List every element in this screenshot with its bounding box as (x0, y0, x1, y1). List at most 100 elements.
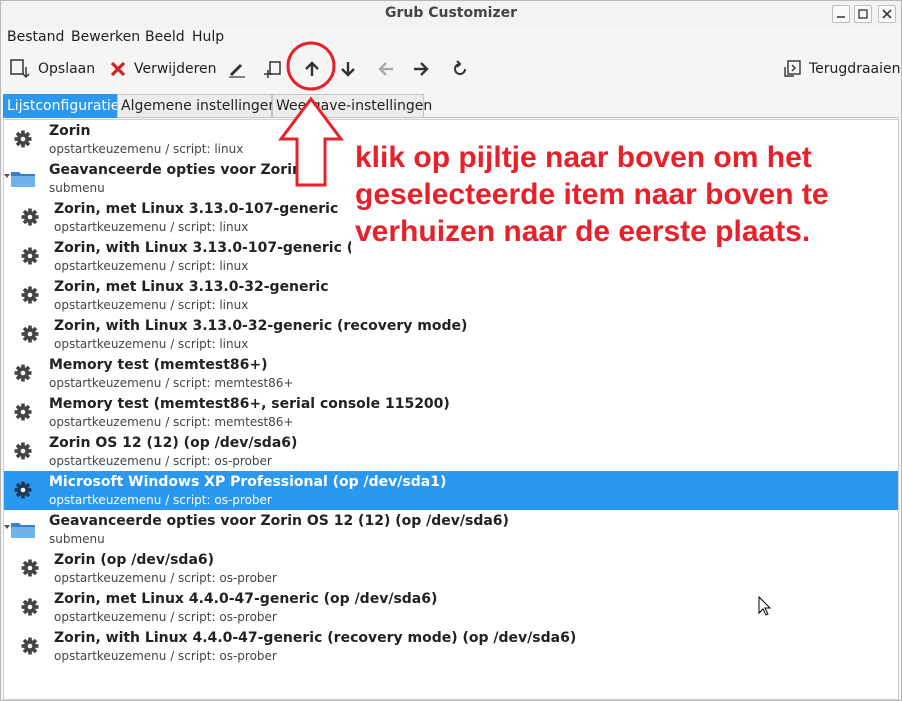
entry-icon (20, 207, 40, 227)
gear-icon (14, 364, 32, 382)
entry-subtitle: opstartkeuzemenu / script: linux (49, 142, 244, 156)
close-icon (882, 9, 892, 19)
save-icon (10, 59, 30, 79)
gear-icon (14, 442, 32, 460)
refresh-icon (454, 60, 466, 75)
menu-view[interactable]: Beeld (145, 29, 185, 45)
arrow-right-icon (414, 62, 429, 76)
close-button[interactable] (878, 5, 896, 23)
entry-icon (10, 169, 36, 189)
entry-subtitle: opstartkeuzemenu / script: os-prober (54, 649, 277, 663)
entry-icon (20, 324, 40, 344)
arrow-up-icon (305, 61, 319, 76)
entry-title: Geavanceerde opties voor Zorin OS 12 (12… (49, 513, 509, 529)
entry-title: Zorin, met Linux 4.4.0-47-generic (op /d… (54, 591, 438, 607)
revert-button[interactable]: Terugdraaien (782, 57, 900, 81)
gear-icon (21, 559, 39, 577)
entry-title: Zorin, with Linux 3.13.0-32-generic (rec… (54, 318, 468, 334)
revert-label: Terugdraaien (809, 61, 901, 77)
entry-title: Memory test (memtest86+) (49, 357, 268, 373)
boot-entry-row[interactable]: Memory test (memtest86+, serial console … (4, 393, 898, 432)
pencil-icon (229, 63, 245, 78)
refresh-button[interactable] (450, 57, 470, 81)
boot-entry-row[interactable]: Zorin (op /dev/sda6) opstartkeuzemenu / s… (4, 549, 898, 588)
entry-subtitle: opstartkeuzemenu / script: os-prober (54, 571, 277, 585)
arrow-down-icon (341, 62, 355, 77)
minimize-icon (837, 16, 845, 18)
entry-subtitle: opstartkeuzemenu / script: memtest86+ (49, 376, 294, 390)
gear-icon (14, 481, 32, 499)
entry-title: Zorin (49, 123, 91, 139)
move-down-button[interactable] (338, 57, 358, 81)
tab-bar: Lijstconfiguratie Algemene instellingen … (3, 94, 899, 118)
delete-icon (110, 61, 126, 77)
tab-appearance-settings[interactable]: Weergave-instellingen (272, 94, 432, 118)
title-bar: Grub Customizer (1, 1, 901, 27)
delete-button[interactable]: Verwijderen (109, 57, 217, 81)
entry-icon (13, 363, 33, 383)
move-up-button[interactable] (302, 57, 322, 81)
submenu-row[interactable]: Geavanceerde opties voor Zorin OS 12 (12… (4, 510, 898, 549)
rename-button[interactable] (227, 57, 247, 81)
entry-icon (20, 636, 40, 656)
arrow-left-icon (378, 62, 393, 76)
entry-icon (20, 597, 40, 617)
annotation-callout: klik op pijltje naar boven om het gesele… (351, 137, 851, 295)
entry-subtitle: opstartkeuzemenu / script: os-prober (49, 454, 272, 468)
menu-bar: Bestand Bewerken Beeld Hulp (1, 27, 901, 49)
add-entry-button[interactable] (263, 57, 283, 81)
boot-entry-row[interactable]: Microsoft Windows XP Professional (op /d… (4, 471, 898, 510)
entry-icon (20, 558, 40, 578)
entry-subtitle: opstartkeuzemenu / script: linux (54, 220, 249, 234)
entry-subtitle: opstartkeuzemenu / script: os-prober (49, 493, 272, 507)
boot-entry-row[interactable]: Zorin, with Linux 3.13.0-32-generic (rec… (4, 315, 898, 354)
window-title: Grub Customizer (384, 5, 518, 21)
entry-title: Memory test (memtest86+, serial console … (49, 396, 450, 412)
entry-subtitle: opstartkeuzemenu / script: linux (54, 259, 249, 273)
menu-file[interactable]: Bestand (7, 29, 64, 45)
boot-entry-row[interactable]: Zorin, with Linux 4.4.0-47-generic (reco… (4, 627, 898, 666)
tab-list-config[interactable]: Lijstconfiguratie (3, 94, 119, 118)
gear-icon (21, 325, 39, 343)
move-right-button[interactable] (411, 57, 431, 81)
entry-title: Zorin, with Linux 4.4.0-47-generic (reco… (54, 630, 577, 646)
gear-icon (21, 598, 39, 616)
menu-edit[interactable]: Bewerken (71, 29, 140, 45)
tab-general-settings[interactable]: Algemene instellingen (117, 94, 277, 118)
move-left-button[interactable] (376, 57, 396, 81)
entry-subtitle: opstartkeuzemenu / script: linux (54, 298, 249, 312)
maximize-icon (858, 9, 868, 19)
entry-title: Zorin OS 12 (12) (op /dev/sda6) (49, 435, 298, 451)
boot-entry-row[interactable]: Memory test (memtest86+) opstartkeuzemenu… (4, 354, 898, 393)
add-entry-icon (264, 61, 281, 78)
toolbar: Opslaan Verwijderen Terugdraaien (1, 49, 901, 89)
gear-icon (21, 637, 39, 655)
entry-subtitle: submenu (49, 181, 105, 195)
minimize-button[interactable] (832, 5, 850, 23)
boot-entry-row[interactable]: Zorin, met Linux 4.4.0-47-generic (op /d… (4, 588, 898, 627)
entry-title: Microsoft Windows XP Professional (op /d… (49, 474, 447, 490)
folder-icon (11, 172, 35, 187)
entry-icon (13, 129, 33, 149)
maximize-button[interactable] (854, 5, 872, 23)
entry-title: Zorin (op /dev/sda6) (54, 552, 215, 568)
entry-icon (10, 520, 36, 540)
boot-entry-row[interactable]: Zorin OS 12 (12) (op /dev/sda6) opstartke… (4, 432, 898, 471)
entry-title: Geavanceerde opties voor Zorin (49, 162, 302, 178)
revert-icon (784, 60, 801, 77)
gear-icon (14, 403, 32, 421)
gear-icon (21, 247, 39, 265)
entry-title: Zorin, met Linux 3.13.0-107-generic (54, 201, 339, 217)
entry-title: Zorin, met Linux 3.13.0-32-generic (54, 279, 329, 295)
save-button[interactable]: Opslaan (9, 57, 95, 81)
entry-icon (20, 285, 40, 305)
entry-subtitle: submenu (49, 532, 105, 546)
annotation-text: klik op pijltje naar boven om het gesele… (355, 141, 829, 248)
gear-icon (14, 130, 32, 148)
delete-label: Verwijderen (134, 61, 217, 77)
entry-icon (20, 246, 40, 266)
entry-subtitle: opstartkeuzemenu / script: linux (54, 337, 249, 351)
app-window: Grub Customizer Bestand Bewerken Beeld H… (0, 0, 902, 701)
entry-icon (13, 480, 33, 500)
menu-help[interactable]: Hulp (192, 29, 224, 45)
